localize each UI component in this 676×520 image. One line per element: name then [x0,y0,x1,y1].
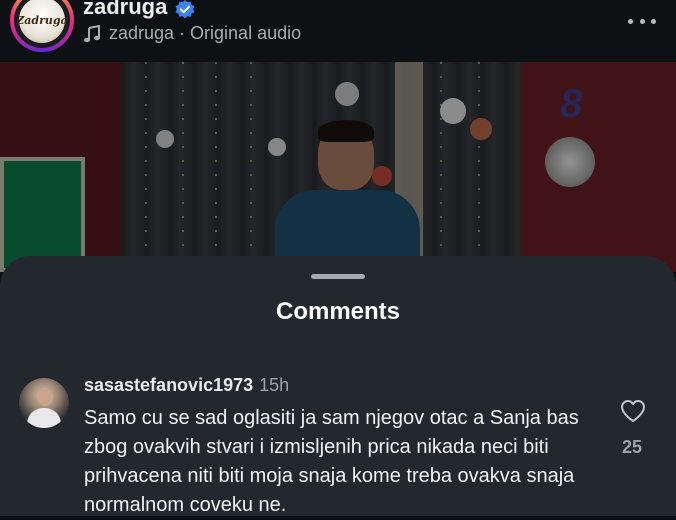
account-avatar[interactable]: Zadruga [10,0,74,52]
music-note-icon [84,24,100,42]
comment-header: sasastefanovic1973 15h [84,375,289,396]
original-audio-link[interactable]: zadruga · Original audio [83,23,301,44]
reel-header: Zadruga zadruga zadruga · Original audio [0,0,676,62]
comment-text: Samo cu se sad oglasiti ja sam njegov ot… [84,407,579,516]
sheet-drag-handle[interactable] [311,274,365,279]
comment-timestamp: 15h [259,375,290,395]
comments-sheet: Comments sasastefanovic1973 15h Samo cu s… [0,256,676,516]
heart-icon[interactable] [620,399,646,423]
commenter-username[interactable]: sasastefanovic1973 [84,375,253,395]
more-options-icon[interactable] [628,14,656,28]
zadruga-logo: Zadruga [16,0,68,43]
comments-title: Comments [275,298,401,325]
commenter-avatar[interactable] [19,378,69,428]
like-count: 25 [621,437,643,457]
audio-label: zadruga · Original audio [109,23,302,43]
verified-badge-icon [175,0,195,19]
reel-video[interactable]: 8 [0,62,676,272]
account-username[interactable]: zadruga [83,0,167,20]
